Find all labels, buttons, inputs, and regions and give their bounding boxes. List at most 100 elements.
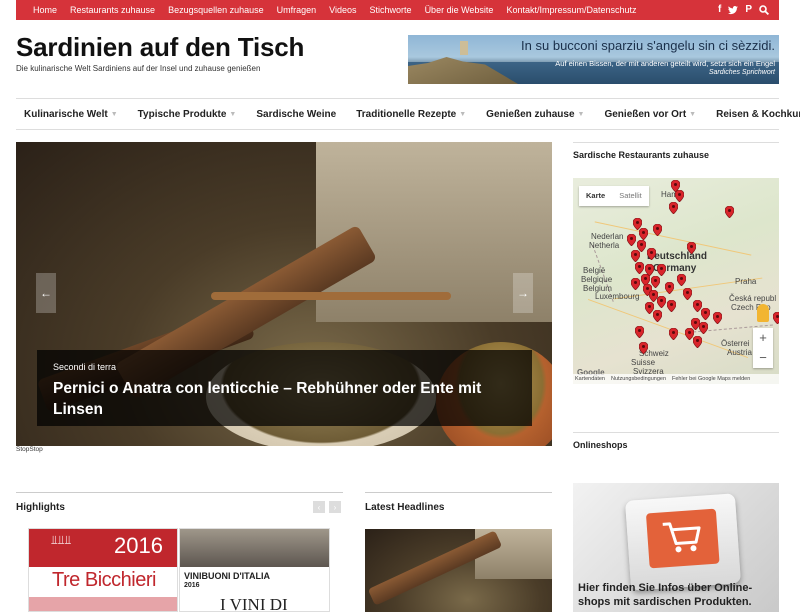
map-pin-icon[interactable] [713,312,722,324]
banner-translation: Auf einen Bissen, der mit anderen geteil… [555,59,775,68]
map-label-praha: Praha [735,277,757,286]
main-nav-label: Kulinarische Welt [24,108,108,120]
map-data-link[interactable]: Kartendaten [575,376,605,382]
onlineshops-text[interactable]: Hier finden Sie Infos über Online-shops … [578,581,778,609]
top-nav-bezugsquellen[interactable]: Bezugsquellen zuhause [168,5,264,15]
slider-prev-button[interactable]: ← [36,273,56,313]
banner-source: Sardiches Sprichwort [708,69,775,76]
map-pin-icon[interactable] [669,202,678,214]
main-nav-geniessen-zuhause[interactable]: Genießen zuhause ▼ [486,109,584,120]
map-pin-icon[interactable] [647,248,656,260]
map-pin-icon[interactable] [677,274,686,286]
zoom-in-button[interactable]: + [753,328,773,348]
map-pin-icon[interactable] [635,262,644,274]
banner-tower [460,41,468,55]
map-pin-icon[interactable] [635,326,644,338]
search-icon[interactable] [759,5,769,15]
highlight-thumbnail-vinibuoni[interactable]: VINIBUONI D'ITALIA 2016 I VINI DI [179,528,330,612]
main-nav-label: Typische Produkte [137,108,227,120]
top-nav-about[interactable]: Über die Website [425,5,494,15]
featured-slider[interactable]: ← → Secondi di terra Pernici o Anatra co… [16,142,552,446]
onlineshops-banner[interactable]: Hier finden Sie Infos über Online-shops … [573,483,779,612]
header-banner: In su bucconi sparziu s'angelu sin ci sè… [408,35,779,84]
site-title[interactable]: Sardinien auf den Tisch [16,32,304,63]
main-nav-kulinarische-welt[interactable]: Kulinarische Welt ▼ [24,109,118,120]
restaurants-map[interactable]: Karte Satellit Ham Nederlan Netherla Deu… [573,178,779,384]
main-nav-sardische-weine[interactable]: Sardische Weine [256,109,336,120]
map-pin-icon[interactable] [627,234,636,246]
top-navigation-bar: Home Restaurants zuhause Bezugsquellen z… [16,0,779,20]
main-nav-typische-produkte[interactable]: Typische Produkte ▼ [138,109,237,120]
top-nav-restaurants[interactable]: Restaurants zuhause [70,5,155,15]
thumbnail-photo [180,529,329,567]
map-pin-icon[interactable] [651,276,660,288]
highlights-prev-button[interactable]: ‹ [313,501,325,513]
thumbnail-brand: VINIBUONI D'ITALIA [184,571,270,581]
latest-headlines-title: Latest Headlines [365,492,552,513]
map-footer: Kartendaten Nutzungsbedingungen Fehler b… [573,374,779,384]
top-nav-umfragen[interactable]: Umfragen [277,5,317,15]
top-nav-contact[interactable]: Kontakt/Impressum/Datenschutz [506,5,636,15]
map-pin-icon[interactable] [687,242,696,254]
map-type-karte[interactable]: Karte [579,186,612,206]
map-label-austria: Austria [727,348,752,357]
map-pin-icon[interactable] [667,300,676,312]
thumbnail-year: 2016 [184,582,200,589]
twitter-icon[interactable] [728,5,739,15]
map-type-control: Karte Satellit [579,186,649,206]
site-tagline: Die kulinarische Welt Sardiniens auf der… [16,64,261,73]
highlights-next-button[interactable]: › [329,501,341,513]
top-nav-stichworte[interactable]: Stichworte [370,5,412,15]
pinterest-icon[interactable]: P [745,5,752,15]
main-nav-geniessen-vor-ort[interactable]: Genießen vor Ort ▼ [604,109,696,120]
main-nav-label: Reisen & Kochkurse [716,108,800,120]
map-pin-icon[interactable] [657,264,666,276]
map-pin-icon[interactable] [657,296,666,308]
top-nav-videos[interactable]: Videos [329,5,356,15]
map-pin-icon[interactable] [631,278,640,290]
map-label-deutschland: Deutschland [647,251,708,262]
top-nav-home[interactable]: Home [33,5,57,15]
map-label-belgique: Belgique [581,275,613,284]
map-zoom-control: + − [753,328,773,368]
map-pin-icon[interactable] [725,206,734,218]
main-nav-traditionelle-rezepte[interactable]: Traditionelle Rezepte ▼ [356,109,466,120]
map-report-link[interactable]: Fehler bei Google Maps melden [672,376,750,382]
arrow-right-icon: → [517,286,529,300]
map-pin-icon[interactable] [653,310,662,322]
chevron-down-icon: ▼ [689,110,697,118]
zoom-out-button[interactable]: − [753,348,773,368]
street-view-pegman-icon[interactable] [757,304,769,322]
map-pin-icon[interactable] [631,250,640,262]
slider-stop-label[interactable]: StopStop [16,446,43,453]
map-pin-icon[interactable] [701,308,710,320]
map-label-osterreich: Österrei [721,339,750,348]
highlight-thumbnail-tre-bicchieri[interactable]: ⫫⫫⫫ 2016 Tre Bicchieri [28,528,178,612]
map-pin-icon[interactable] [669,328,678,340]
map-pin-icon[interactable] [639,342,648,354]
map-pin-icon[interactable] [675,190,684,202]
slide-caption[interactable]: Secondi di terra Pernici o Anatra con le… [37,350,532,426]
map-pin-icon[interactable] [683,288,692,300]
slide-category[interactable]: Secondi di terra [53,362,516,372]
latest-headline-image[interactable] [365,529,552,612]
map-pin-icon[interactable] [773,312,779,324]
slider-next-button[interactable]: → [513,273,533,313]
map-pin-icon[interactable] [639,228,648,240]
map-pin-icon[interactable] [693,336,702,348]
map-terms-link[interactable]: Nutzungsbedingungen [611,376,666,382]
map-pin-icon[interactable] [653,224,662,236]
map-pin-icon[interactable] [699,322,708,334]
map-type-satellit[interactable]: Satellit [612,186,649,206]
slide-title[interactable]: Pernici o Anatra con lenticchie – Rebhüh… [53,378,516,420]
cart-key [645,508,720,569]
main-nav-reisen-kochkurse[interactable]: Reisen & Kochkurse [716,109,800,120]
main-nav-label: Sardische Weine [256,108,337,120]
chevron-down-icon: ▼ [229,110,237,118]
facebook-icon[interactable]: f [718,5,721,15]
main-navigation: Kulinarische Welt ▼ Typische Produkte ▼ Sa… [16,98,800,130]
keyboard-key-image [624,493,742,591]
map-label-cesko: Česká republ [729,294,777,303]
map-pin-icon[interactable] [665,282,674,294]
restaurants-widget-title: Sardische Restaurants zuhause [573,142,779,160]
